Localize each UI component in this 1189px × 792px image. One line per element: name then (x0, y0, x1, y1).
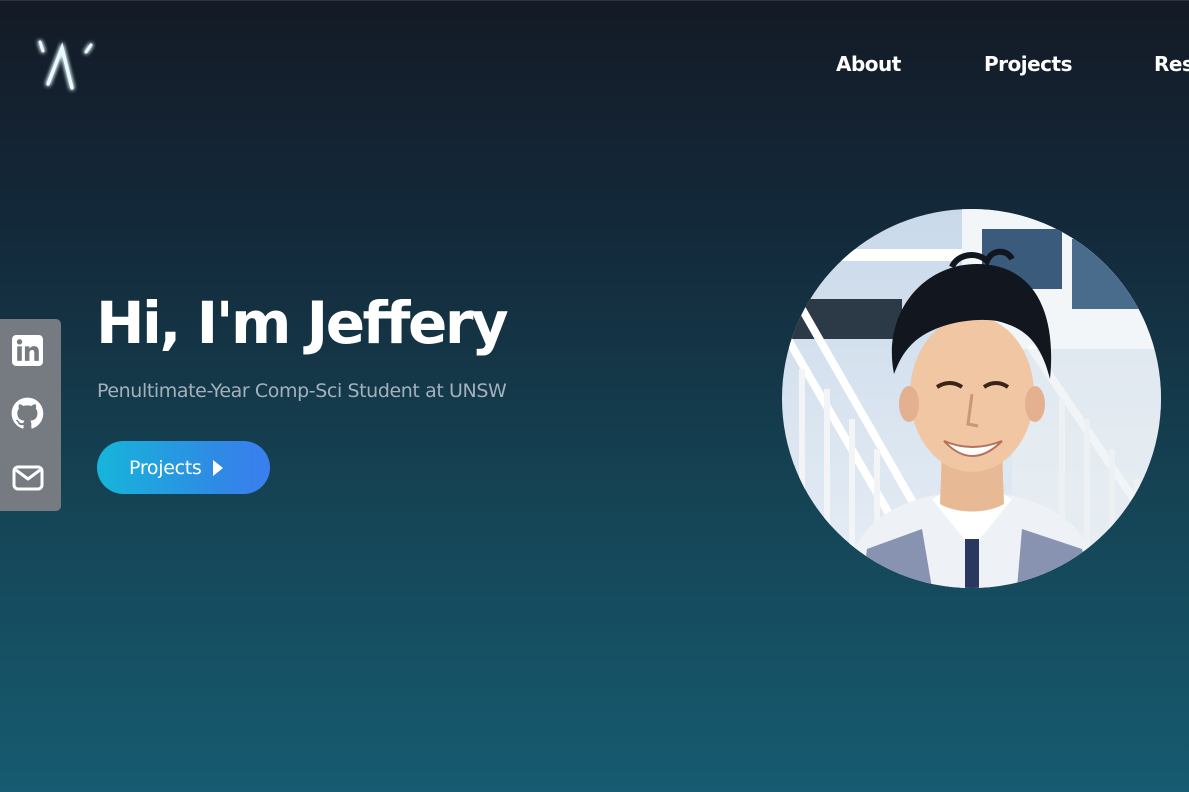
play-arrow-icon (212, 459, 223, 476)
nav-about[interactable]: About (836, 52, 901, 76)
hero-subtitle: Penultimate-Year Comp-Sci Student at UNS… (97, 380, 507, 402)
glowing-a-logo-icon (38, 40, 93, 90)
hero-title: Hi, I'm Jeffery (96, 289, 509, 357)
email-link[interactable] (10, 460, 45, 495)
nav-resume[interactable]: Resume (1154, 52, 1189, 76)
site-logo[interactable] (34, 36, 96, 96)
github-link[interactable] (10, 396, 45, 431)
mail-icon (12, 465, 43, 490)
nav-projects[interactable]: Projects (984, 52, 1073, 76)
projects-cta-button[interactable]: Projects (97, 441, 270, 494)
github-icon (11, 397, 44, 429)
linkedin-icon (12, 335, 43, 366)
projects-cta-label: Projects (129, 456, 202, 479)
profile-photo (782, 209, 1161, 588)
linkedin-link[interactable] (10, 333, 45, 368)
top-border (0, 0, 1189, 1)
social-sidebar (0, 319, 61, 511)
